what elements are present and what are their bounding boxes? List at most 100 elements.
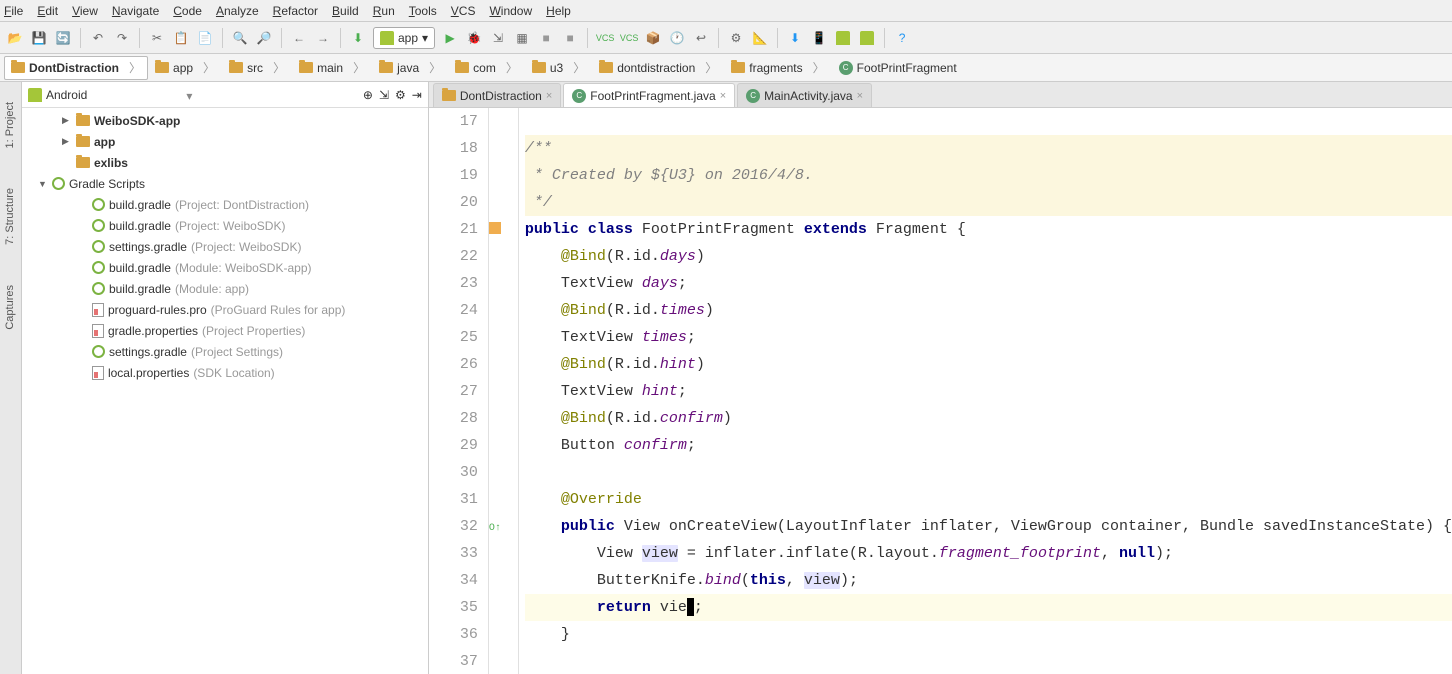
project-tree[interactable]: ▶WeiboSDK-app▶appexlibs▼Gradle Scriptsbu… xyxy=(22,108,428,674)
tree-item-weibosdk-app[interactable]: ▶WeiboSDK-app xyxy=(22,110,428,131)
code-line-32[interactable]: public View onCreateView(LayoutInflater … xyxy=(525,513,1452,540)
paste-icon[interactable]: 📄 xyxy=(196,29,214,47)
make-icon[interactable]: ⬇ xyxy=(349,29,367,47)
tree-item-build-gradle[interactable]: build.gradle (Module: app) xyxy=(22,278,428,299)
breadcrumb-fragments[interactable]: fragments xyxy=(724,56,831,80)
breadcrumb-dontdistraction[interactable]: dontdistraction xyxy=(592,56,724,80)
tool-button----structure[interactable]: 7: Structure xyxy=(4,188,16,245)
menu-run[interactable]: Run xyxy=(373,4,395,18)
tree-item-gradle-scripts[interactable]: ▼Gradle Scripts xyxy=(22,173,428,194)
menu-edit[interactable]: Edit xyxy=(37,4,58,18)
tree-item-proguard-rules-pro[interactable]: proguard-rules.pro (ProGuard Rules for a… xyxy=(22,299,428,320)
tree-item-gradle-properties[interactable]: gradle.properties (Project Properties) xyxy=(22,320,428,341)
warning-icon[interactable] xyxy=(489,222,501,234)
editor-tab-footprintfragment-java[interactable]: CFootPrintFragment.java× xyxy=(563,83,735,107)
menu-analyze[interactable]: Analyze xyxy=(216,4,259,18)
close-tab-icon[interactable]: × xyxy=(546,90,552,102)
menu-navigate[interactable]: Navigate xyxy=(112,4,159,18)
avd-manager-icon[interactable]: 📱 xyxy=(810,29,828,47)
breadcrumb-footprintfragment[interactable]: CFootPrintFragment xyxy=(832,56,974,80)
code-line-33[interactable]: View view = inflater.inflate(R.layout.fr… xyxy=(525,540,1452,567)
android-monitor-icon[interactable] xyxy=(834,29,852,47)
code-line-17[interactable] xyxy=(525,108,1452,135)
tree-item-build-gradle[interactable]: build.gradle (Project: DontDistraction) xyxy=(22,194,428,215)
code-line-18[interactable]: /** xyxy=(525,135,1452,162)
vcs-icon[interactable]: VCS xyxy=(596,29,614,47)
android-monitor2-icon[interactable] xyxy=(858,29,876,47)
code-line-23[interactable]: TextView days; xyxy=(525,270,1452,297)
menu-code[interactable]: Code xyxy=(173,4,202,18)
find-icon[interactable]: 🔍 xyxy=(231,29,249,47)
code-content[interactable]: /** * Created by ${U3} on 2016/4/8. */pu… xyxy=(519,108,1452,674)
tree-item-build-gradle[interactable]: build.gradle (Module: WeiboSDK-app) xyxy=(22,257,428,278)
code-line-19[interactable]: * Created by ${U3} on 2016/4/8. xyxy=(525,162,1452,189)
code-line-30[interactable] xyxy=(525,459,1452,486)
code-line-34[interactable]: ButterKnife.bind(this, view); xyxy=(525,567,1452,594)
replace-icon[interactable]: 🔎 xyxy=(255,29,273,47)
redo-icon[interactable]: ↷ xyxy=(113,29,131,47)
menu-help[interactable]: Help xyxy=(546,4,571,18)
vcs-update-icon[interactable]: VCS xyxy=(620,29,638,47)
code-line-35[interactable]: return vie; xyxy=(525,594,1452,621)
collapse-icon[interactable]: ⇲ xyxy=(379,88,389,102)
stop2-icon[interactable]: ■ xyxy=(561,29,579,47)
run-configuration-selector[interactable]: app ▾ xyxy=(373,27,435,49)
tree-item-build-gradle[interactable]: build.gradle (Project: WeiboSDK) xyxy=(22,215,428,236)
vcs-revert-icon[interactable]: ↩ xyxy=(692,29,710,47)
menu-file[interactable]: File xyxy=(4,4,23,18)
breadcrumb-com[interactable]: com xyxy=(448,56,525,80)
menu-build[interactable]: Build xyxy=(332,4,359,18)
code-line-27[interactable]: TextView hint; xyxy=(525,378,1452,405)
scroll-from-source-icon[interactable]: ⊕ xyxy=(363,88,373,102)
help-icon[interactable]: ? xyxy=(893,29,911,47)
code-line-21[interactable]: public class FootPrintFragment extends F… xyxy=(525,216,1452,243)
copy-icon[interactable]: 📋 xyxy=(172,29,190,47)
breadcrumb-src[interactable]: src xyxy=(222,56,292,80)
code-line-25[interactable]: TextView times; xyxy=(525,324,1452,351)
code-line-28[interactable]: @Bind(R.id.confirm) xyxy=(525,405,1452,432)
breadcrumb-main[interactable]: main xyxy=(292,56,372,80)
expand-arrow[interactable]: ▶ xyxy=(62,136,72,147)
project-structure-icon[interactable]: 📐 xyxy=(751,29,769,47)
code-line-24[interactable]: @Bind(R.id.times) xyxy=(525,297,1452,324)
attach-icon[interactable]: ⇲ xyxy=(489,29,507,47)
save-icon[interactable]: 💾 xyxy=(30,29,48,47)
code-line-20[interactable]: */ xyxy=(525,189,1452,216)
cut-icon[interactable]: ✂ xyxy=(148,29,166,47)
undo-icon[interactable]: ↶ xyxy=(89,29,107,47)
tree-item-settings-gradle[interactable]: settings.gradle (Project Settings) xyxy=(22,341,428,362)
stop-icon[interactable]: ■ xyxy=(537,29,555,47)
code-line-22[interactable]: @Bind(R.id.days) xyxy=(525,243,1452,270)
expand-arrow[interactable]: ▶ xyxy=(62,115,72,126)
tree-item-exlibs[interactable]: exlibs xyxy=(22,152,428,173)
tool-button-captures[interactable]: Captures xyxy=(4,285,16,330)
forward-icon[interactable]: → xyxy=(314,29,332,47)
editor-tab-dontdistraction[interactable]: DontDistraction× xyxy=(433,83,561,107)
breadcrumb-app[interactable]: app xyxy=(148,56,222,80)
expand-arrow[interactable]: ▼ xyxy=(38,179,48,189)
editor-tab-mainactivity-java[interactable]: CMainActivity.java× xyxy=(737,83,872,107)
vcs-commit-icon[interactable]: 📦 xyxy=(644,29,662,47)
back-icon[interactable]: ← xyxy=(290,29,308,47)
run-icon[interactable]: ▶ xyxy=(441,29,459,47)
coverage-icon[interactable]: ▦ xyxy=(513,29,531,47)
chevron-down-icon[interactable]: ▾ xyxy=(186,89,198,101)
vcs-history-icon[interactable]: 🕐 xyxy=(668,29,686,47)
sdk-manager-icon[interactable]: ⬇ xyxy=(786,29,804,47)
code-line-31[interactable]: @Override xyxy=(525,486,1452,513)
code-editor[interactable]: 1718192021222324252627282930313233343536… xyxy=(429,108,1452,674)
close-tab-icon[interactable]: × xyxy=(720,90,726,102)
breadcrumb-dontdistraction[interactable]: DontDistraction xyxy=(4,56,148,80)
hide-panel-icon[interactable]: ⇥ xyxy=(412,88,422,102)
close-tab-icon[interactable]: × xyxy=(857,90,863,102)
sync-icon[interactable]: 🔄 xyxy=(54,29,72,47)
gear-icon[interactable]: ⚙ xyxy=(395,88,406,102)
code-line-37[interactable] xyxy=(525,648,1452,674)
menu-tools[interactable]: Tools xyxy=(409,4,437,18)
menu-vcs[interactable]: VCS xyxy=(451,4,476,18)
debug-icon[interactable]: 🐞 xyxy=(465,29,483,47)
menu-refactor[interactable]: Refactor xyxy=(273,4,318,18)
open-icon[interactable]: 📂 xyxy=(6,29,24,47)
tool-button----project[interactable]: 1: Project xyxy=(4,102,16,148)
override-icon[interactable]: O↑ xyxy=(489,523,501,534)
